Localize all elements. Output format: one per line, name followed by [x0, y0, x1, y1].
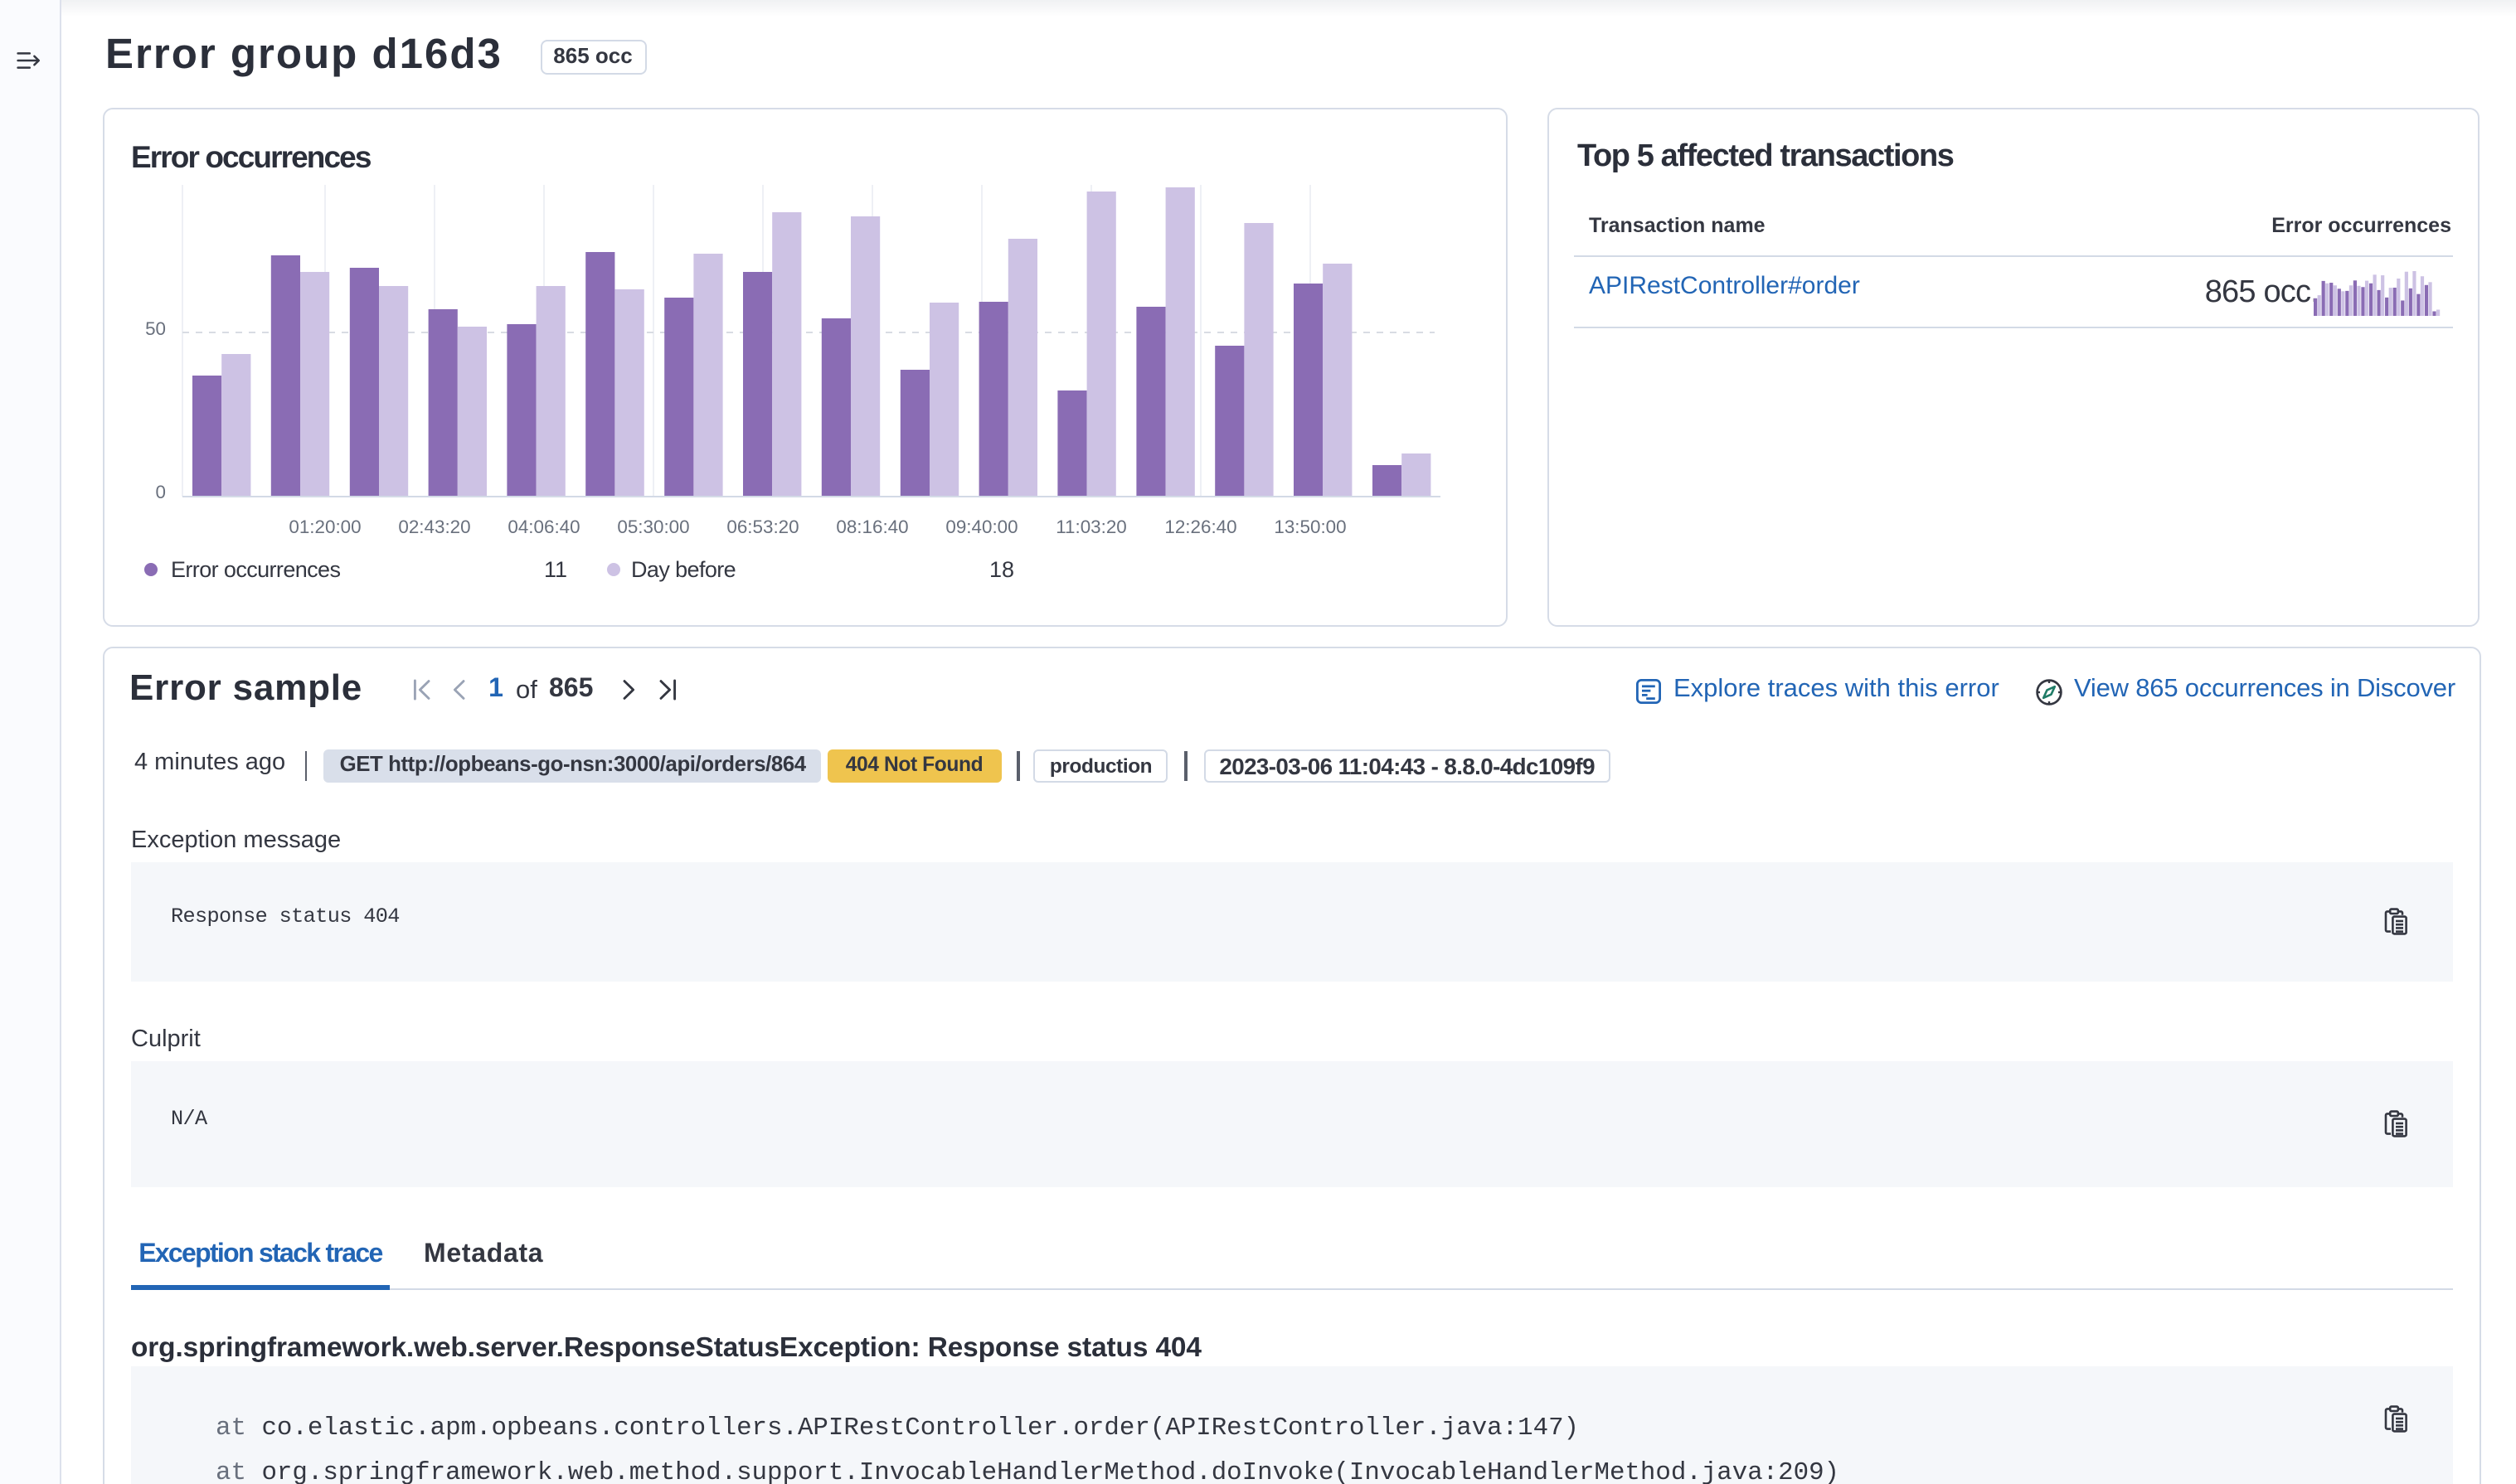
- svg-text:02:43:20: 02:43:20: [398, 516, 470, 536]
- svg-text:11: 11: [544, 556, 567, 581]
- svg-text:05:30:00: 05:30:00: [617, 516, 689, 536]
- svg-text:08:16:40: 08:16:40: [836, 516, 908, 536]
- svg-text:Day before: Day before: [631, 556, 736, 581]
- svg-text:04:06:40: 04:06:40: [508, 516, 580, 536]
- svg-text:50: 50: [145, 318, 166, 338]
- svg-text:09:40:00: 09:40:00: [945, 516, 1018, 536]
- svg-text:11:03:20: 11:03:20: [1056, 516, 1127, 536]
- svg-text:13:50:00: 13:50:00: [1274, 516, 1346, 536]
- svg-text:06:53:20: 06:53:20: [726, 516, 799, 536]
- svg-text:Error occurrences: Error occurrences: [171, 556, 340, 581]
- svg-text:18: 18: [989, 556, 1014, 581]
- svg-text:12:26:40: 12:26:40: [1164, 516, 1236, 536]
- svg-text:01:20:00: 01:20:00: [289, 516, 361, 536]
- svg-text:0: 0: [156, 481, 166, 502]
